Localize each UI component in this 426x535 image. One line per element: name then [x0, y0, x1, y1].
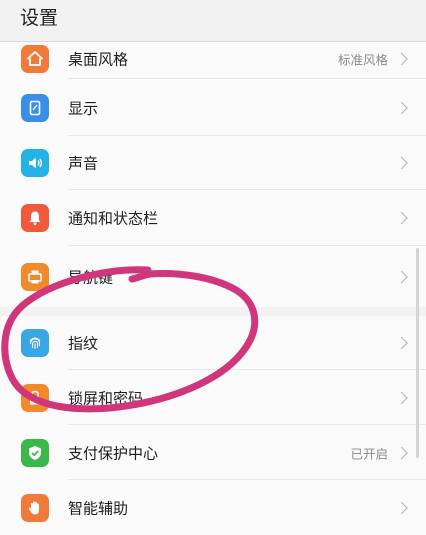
navigation-key-icon — [21, 262, 49, 291]
settings-group-general: 桌面风格 标准风格 显示 声音 通知和状态栏 导航键 — [0, 42, 426, 307]
settings-item-payment-protection[interactable]: 支付保护中心 已开启 — [0, 425, 426, 480]
home-icon — [21, 45, 49, 73]
fingerprint-icon — [21, 329, 49, 357]
settings-item-label: 导航键 — [68, 268, 114, 286]
speaker-icon — [21, 149, 49, 177]
bell-icon — [21, 204, 49, 232]
page-title: 设置 — [20, 7, 59, 29]
chevron-right-icon — [395, 52, 408, 66]
chevron-right-icon — [395, 446, 408, 459]
chevron-right-icon — [395, 336, 408, 350]
settings-item-label: 通知和状态栏 — [68, 209, 159, 228]
chevron-right-icon — [395, 391, 408, 404]
settings-item-lock-screen[interactable]: 锁屏和密码 — [0, 370, 426, 425]
chevron-right-icon — [395, 501, 408, 514]
settings-item-fingerprint[interactable]: 指纹 — [0, 316, 426, 370]
settings-item-navigation-key[interactable]: 导航键 — [0, 246, 426, 307]
settings-item-label: 声音 — [68, 154, 99, 173]
hand-icon — [21, 493, 49, 522]
chevron-right-icon — [395, 101, 408, 114]
display-icon — [21, 93, 49, 122]
settings-item-label: 桌面风格 — [68, 50, 129, 69]
chevron-right-icon — [395, 211, 408, 225]
chevron-right-icon — [395, 270, 408, 283]
settings-item-value: 标准风格 — [337, 52, 388, 68]
settings-screen: 设置 桌面风格 标准风格 显示 声音 通知和状态栏 导航键 指纹 锁屏和密码 支… — [0, 0, 426, 535]
chevron-right-icon — [395, 156, 408, 170]
settings-item-sound[interactable]: 声音 — [0, 136, 426, 190]
scrollbar[interactable] — [416, 248, 419, 458]
settings-item-label: 智能辅助 — [68, 499, 129, 517]
settings-group-security: 指纹 锁屏和密码 支付保护中心 已开启 智能辅助 — [0, 316, 426, 535]
settings-item-label: 锁屏和密码 — [68, 389, 144, 407]
settings-item-label: 指纹 — [68, 334, 99, 353]
settings-item-label: 显示 — [68, 99, 99, 117]
settings-item-desktop-style[interactable]: 桌面风格 标准风格 — [0, 42, 426, 79]
header: 设置 — [0, 0, 426, 42]
settings-item-smart-assist[interactable]: 智能辅助 — [0, 480, 426, 535]
shield-check-icon — [21, 438, 49, 467]
settings-item-label: 支付保护中心 — [68, 444, 159, 462]
settings-item-notifications[interactable]: 通知和状态栏 — [0, 190, 426, 246]
lock-icon — [21, 383, 49, 412]
settings-item-value: 已开启 — [350, 446, 388, 461]
settings-item-display[interactable]: 显示 — [0, 79, 426, 136]
